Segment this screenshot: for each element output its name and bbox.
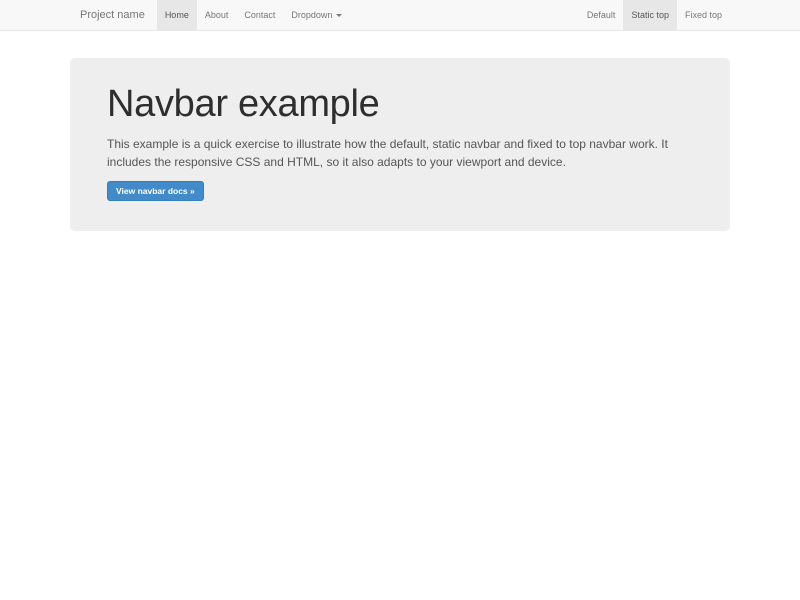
- nav-link-about[interactable]: About: [197, 0, 237, 30]
- nav-link-home[interactable]: Home: [157, 0, 197, 30]
- main-container: Navbar example This example is a quick e…: [70, 58, 730, 231]
- navbar-nav-right: Default Static top Fixed top: [579, 0, 730, 30]
- jumbotron: Navbar example This example is a quick e…: [70, 58, 730, 231]
- nav-link-contact[interactable]: Contact: [236, 0, 283, 30]
- page-description: This example is a quick exercise to illu…: [107, 135, 687, 171]
- nav-item-contact: Contact: [236, 0, 283, 30]
- page-title: Navbar example: [107, 83, 693, 127]
- caret-down-icon: [336, 14, 342, 17]
- view-navbar-docs-button[interactable]: View navbar docs »: [107, 181, 204, 201]
- navbar-container: Project name Home About Contact Dropdown…: [70, 0, 730, 30]
- dropdown-label: Dropdown: [291, 10, 332, 20]
- nav-item-home: Home: [157, 0, 197, 30]
- nav-link-default[interactable]: Default: [579, 0, 624, 30]
- nav-item-dropdown: Dropdown: [283, 0, 350, 30]
- nav-item-about: About: [197, 0, 237, 30]
- nav-link-dropdown[interactable]: Dropdown: [283, 0, 350, 30]
- nav-item-static-top: Static top: [623, 0, 677, 30]
- nav-item-fixed-top: Fixed top: [677, 0, 730, 30]
- nav-item-default: Default: [579, 0, 624, 30]
- navbar-nav-left: Home About Contact Dropdown: [157, 0, 351, 30]
- nav-link-fixed-top[interactable]: Fixed top: [677, 0, 730, 30]
- navbar: Project name Home About Contact Dropdown…: [0, 0, 800, 31]
- navbar-brand[interactable]: Project name: [70, 0, 157, 30]
- nav-link-static-top[interactable]: Static top: [623, 0, 677, 30]
